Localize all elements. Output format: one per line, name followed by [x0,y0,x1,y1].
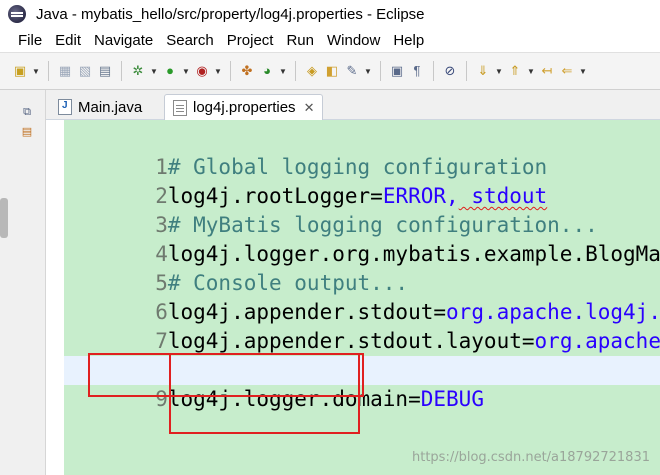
toggle-mark-icon[interactable]: ▣ [389,63,405,79]
external-tools-dropdown-arrow-icon[interactable]: ▼ [214,67,222,76]
property-key-suffix: logger.domain [243,387,409,411]
code-line-9[interactable]: 9log4j.logger.domain=DEBUG [64,356,660,411]
previous-annotation-icon[interactable]: ⇑ [507,63,523,79]
code-line-4[interactable]: 4log4j.logger.org.mybatis.example.BlogMa… [64,211,660,266]
run-dropdown-arrow-icon[interactable]: ▼ [182,67,190,76]
open-type-icon[interactable]: ◈ [304,63,320,79]
restore-view-icon[interactable]: ⧉ [21,106,33,118]
minimized-views-panel: ⧉ ▤ [8,90,46,475]
tab-log4j-properties[interactable]: log4j.properties ✕ [164,94,324,120]
window-title: Java - mybatis_hello/src/property/log4j.… [36,5,425,23]
new-class-dropdown-arrow-icon[interactable]: ▼ [279,67,287,76]
menu-bar: File Edit Navigate Search Project Run Wi… [0,28,660,52]
code-area[interactable]: 1# Global logging configuration 2log4j.r… [64,120,660,475]
code-line-5[interactable]: 5# Console output... [64,240,408,295]
menu-help[interactable]: Help [393,32,424,49]
menu-search[interactable]: Search [166,32,214,49]
code-line-3[interactable]: 3# MyBatis logging configuration... [64,182,598,237]
line-number: 9 [155,387,168,411]
left-scrollbar-thumb[interactable] [0,198,8,238]
package-explorer-icon[interactable]: ▤ [21,126,33,138]
next-annotation-icon[interactable]: ⇓ [475,63,491,79]
last-edit-icon[interactable]: ↤ [539,63,555,79]
equals-sign: = [408,387,421,411]
close-icon[interactable]: ✕ [304,100,315,116]
skip-breakpoints-icon[interactable]: ⊘ [442,63,458,79]
menu-project[interactable]: Project [227,32,274,49]
debug-dropdown-arrow-icon[interactable]: ▼ [150,67,158,76]
toolbar-separator [230,61,231,81]
code-line-8[interactable]: 8log4j.appender.stdout.layout.Conversion… [64,327,660,382]
code-line-1[interactable]: 1# Global logging configuration [64,124,547,179]
title-bar: Java - mybatis_hello/src/property/log4j.… [0,0,660,28]
editor-ruler [46,120,64,475]
eclipse-logo-icon [8,5,26,23]
back-dropdown-arrow-icon[interactable]: ▼ [579,67,587,76]
properties-file-icon [173,99,187,116]
open-folder-icon[interactable]: ◧ [324,63,340,79]
watermark-text: https://blog.csdn.net/a18792721831 [411,450,650,465]
save-all-icon[interactable]: ▧ [77,63,93,79]
search-icon[interactable]: ✎ [344,63,360,79]
java-file-icon [58,99,72,115]
property-value: DEBUG [420,387,484,411]
editor-tab-bar: Main.java log4j.properties ✕ [46,90,660,120]
search-dropdown-arrow-icon[interactable]: ▼ [364,67,372,76]
toolbar-separator [433,61,434,81]
debug-icon[interactable]: ✲ [130,63,146,79]
menu-edit[interactable]: Edit [55,32,81,49]
back-icon[interactable]: ⇐ [559,63,575,79]
property-key-prefix: log4j. [167,387,244,411]
menu-file[interactable]: File [18,32,42,49]
toolbar-separator [466,61,467,81]
properties-editor[interactable]: 1# Global logging configuration 2log4j.r… [46,120,660,475]
tab-label: log4j.properties [193,99,296,116]
tab-main-java[interactable]: Main.java [50,94,150,120]
next-annotation-dropdown-arrow-icon[interactable]: ▼ [495,67,503,76]
toolbar-separator [295,61,296,81]
menu-navigate[interactable]: Navigate [94,32,153,49]
code-line-7[interactable]: 7log4j.appender.stdout.layout=org.apache… [64,298,660,353]
print-icon[interactable]: ▤ [97,63,113,79]
external-tools-icon[interactable]: ◉ [194,63,210,79]
show-whitespace-icon[interactable]: ¶ [409,63,425,79]
run-icon[interactable]: ● [162,63,178,79]
new-icon[interactable]: ▣ [12,63,28,79]
previous-annotation-dropdown-arrow-icon[interactable]: ▼ [527,67,535,76]
main-toolbar: ▣ ▼ ▦ ▧ ▤ ✲ ▼ ● ▼ ◉ ▼ ✤ ◕ ▼ ◈ ◧ ✎ ▼ ▣ ¶ … [0,52,660,90]
save-icon[interactable]: ▦ [57,63,73,79]
toolbar-separator [121,61,122,81]
toolbar-separator [48,61,49,81]
new-dropdown-arrow-icon[interactable]: ▼ [32,67,40,76]
code-line-6[interactable]: 6log4j.appender.stdout=org.apache.log4j.… [64,269,660,324]
toolbar-separator [380,61,381,81]
tab-label: Main.java [78,98,143,116]
left-scroll-strip [0,90,8,475]
menu-window[interactable]: Window [327,32,380,49]
new-java-project-icon[interactable]: ✤ [239,63,255,79]
menu-run[interactable]: Run [286,32,314,49]
code-line-2[interactable]: 2log4j.rootLogger=ERROR, stdout [64,153,547,208]
new-class-icon[interactable]: ◕ [259,63,275,79]
